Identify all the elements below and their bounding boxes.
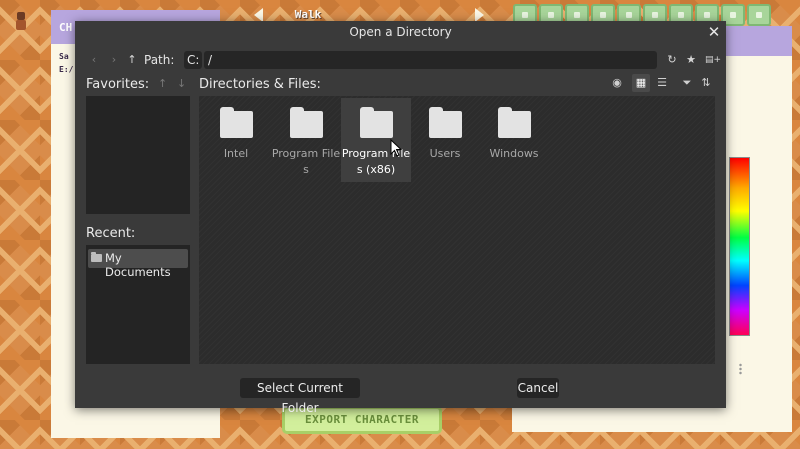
path-bar: ‹ › ↑ Path: C: / ↻ ★ ▤+ (85, 49, 721, 71)
list-view-icon[interactable]: ☰ (653, 74, 671, 92)
path-label: Path: (144, 53, 175, 67)
open-directory-dialog: Open a Directory ✕ ‹ › ↑ Path: C: / ↻ ★ … (75, 21, 726, 415)
filter-icon[interactable]: ⏷ (678, 74, 696, 92)
favorite-move-up-icon[interactable]: ↑ (158, 77, 167, 90)
folder-name: Windows (489, 147, 539, 160)
folder-name: Program Files (271, 147, 341, 176)
recent-label: Recent: (86, 226, 136, 241)
files-grid: Intel Program Files Program Files (x86) … (199, 96, 715, 364)
favorites-label: Favorites: (86, 77, 150, 92)
folder-item-windows[interactable]: Windows (479, 98, 549, 182)
character-avatar-icon (14, 12, 28, 30)
save-label: Sa (59, 52, 69, 61)
folder-name: Users (429, 147, 461, 160)
sort-icon[interactable]: ⇅ (697, 74, 715, 92)
folder-icon (429, 107, 462, 138)
cancel-button[interactable]: Cancel (517, 378, 559, 398)
folder-item-intel[interactable]: Intel (201, 98, 271, 182)
favorites-list[interactable] (86, 96, 190, 214)
show-hidden-icon[interactable]: ◉ (608, 74, 626, 92)
select-current-folder-button[interactable]: Select Current Folder (240, 378, 360, 415)
recent-list: My Documents (86, 245, 190, 364)
directories-files-label: Directories & Files: (199, 77, 321, 92)
favorite-star-icon[interactable]: ★ (683, 52, 699, 68)
folder-item-users[interactable]: Users (410, 98, 480, 182)
folder-icon (290, 107, 323, 138)
folder-icon (498, 107, 531, 138)
folder-item-program-files[interactable]: Program Files (271, 98, 341, 182)
forward-icon[interactable]: › (107, 52, 121, 68)
close-icon[interactable]: ✕ (706, 24, 722, 40)
folder-name: Intel (223, 147, 249, 160)
recent-item-label: My Documents (105, 251, 171, 279)
path-input[interactable]: / (204, 51, 657, 69)
folder-icon (220, 107, 253, 138)
dialog-title: Open a Directory (349, 25, 452, 39)
more-options-icon[interactable] (739, 363, 742, 375)
toolbar-tool-button[interactable] (747, 4, 771, 26)
folder-icon (91, 252, 102, 262)
go-up-icon[interactable]: ↑ (125, 52, 139, 68)
grid-view-icon[interactable]: ▦ (632, 74, 650, 92)
animation-name-label: Walk (294, 8, 322, 21)
recent-item[interactable]: My Documents (88, 249, 188, 279)
next-animation-arrow-icon[interactable] (475, 8, 484, 22)
folder-icon (360, 107, 393, 138)
prev-animation-arrow-icon[interactable] (254, 8, 263, 22)
new-folder-icon[interactable]: ▤+ (705, 52, 721, 68)
favorite-move-down-icon[interactable]: ↓ (177, 77, 186, 90)
dialog-titlebar: Open a Directory ✕ (75, 21, 726, 44)
color-hue-slider[interactable] (729, 157, 750, 336)
drive-select[interactable]: C: (184, 51, 202, 69)
back-icon[interactable]: ‹ (87, 52, 101, 68)
save-path-text: E:/ (59, 65, 74, 74)
character-panel-title: CH (59, 21, 73, 34)
refresh-icon[interactable]: ↻ (664, 52, 680, 68)
